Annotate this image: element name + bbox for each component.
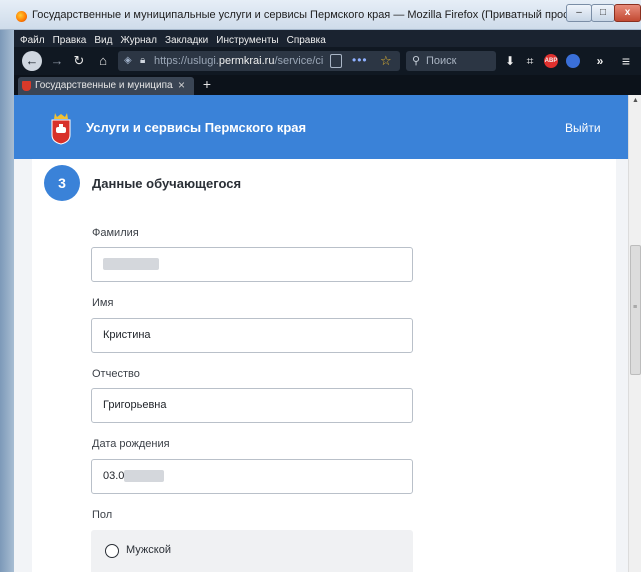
menu-bar: Файл Правка Вид Журнал Закладки Инструменты Сп…	[14, 30, 641, 47]
home-icon[interactable]: ⌂	[94, 52, 112, 70]
url-path: /service/circ	[274, 55, 324, 67]
radio-male[interactable]	[105, 544, 119, 558]
tab-bar: Государственные и муниципальн × +	[14, 75, 641, 95]
back-arrow-icon[interactable]: ←	[22, 51, 42, 71]
search-placeholder: Поиск	[426, 55, 457, 67]
minimize-button[interactable]: –	[566, 4, 592, 22]
page-viewport: Услуги и сервисы Пермского края Выйти 3 …	[14, 95, 628, 572]
browser-window: Государственные и муниципальные услуги и…	[0, 0, 641, 572]
maximize-button[interactable]: □	[591, 4, 615, 22]
tab-active[interactable]: Государственные и муниципальн ×	[18, 77, 194, 95]
birthdate-label: Дата рождения	[92, 438, 170, 450]
nav-toolbar: ← → ↻ ⌂ ◈ 🔒︎ https://uslugi.permkrai.ru/…	[14, 47, 641, 75]
gender-radio-group: Мужской	[91, 530, 413, 572]
form-card: 3 Данные обучающегося Фамилия Имя Кристи…	[32, 159, 616, 572]
site-favicon-icon	[22, 81, 31, 91]
close-window-button[interactable]: x	[614, 4, 641, 22]
title-bar: Государственные и муниципальные услуги и…	[0, 0, 641, 30]
search-icon: ⚲	[412, 55, 421, 67]
scroll-up-arrow-icon[interactable]: ▲	[630, 97, 641, 104]
gender-label: Пол	[92, 509, 113, 521]
reload-icon[interactable]: ↻	[70, 52, 88, 70]
site-header: Услуги и сервисы Пермского края Выйти	[14, 95, 628, 159]
hamburger-menu-icon[interactable]: ≡	[618, 53, 634, 69]
surname-label: Фамилия	[92, 227, 139, 239]
lock-icon[interactable]: 🔒︎	[140, 55, 145, 67]
url-domain: permkrai.ru	[218, 55, 275, 67]
surname-field[interactable]	[91, 247, 413, 282]
radio-male-label[interactable]: Мужской	[126, 544, 171, 556]
tab-title: Государственные и муниципальн	[35, 80, 173, 91]
logout-link[interactable]: Выйти	[565, 121, 601, 135]
name-label: Имя	[92, 297, 114, 309]
firefox-logo-icon	[16, 11, 27, 22]
new-tab-button[interactable]: +	[200, 76, 214, 92]
redacted-value	[103, 258, 159, 271]
grip-icon: ≡	[633, 304, 638, 311]
screenshot-crop-icon[interactable]: ⌗	[522, 53, 538, 69]
scroll-thumb[interactable]: ≡	[630, 245, 641, 375]
page-actions-icon[interactable]: •••	[352, 53, 368, 67]
patronymic-label: Отчество	[92, 368, 140, 380]
window-title: Государственные и муниципальные услуги и…	[32, 9, 597, 21]
patronymic-field[interactable]: Григорьевна	[91, 388, 413, 423]
birthdate-value: 03.0	[103, 470, 125, 482]
redacted-value	[124, 470, 165, 483]
page-scrollbar[interactable]: ▲ ≡	[628, 95, 641, 572]
overflow-chevron-icon[interactable]: »	[592, 53, 608, 69]
bookmark-star-icon[interactable]: ☆	[380, 53, 392, 69]
section-title: Данные обучающегося	[92, 176, 242, 191]
search-bar[interactable]: ⚲ Поиск	[406, 51, 496, 71]
step-number-badge: 3	[44, 165, 80, 201]
tab-close-icon[interactable]: ×	[178, 78, 185, 92]
window-left-edge	[0, 30, 14, 572]
globe-extension-icon[interactable]	[566, 54, 580, 68]
reader-view-icon[interactable]	[330, 54, 342, 68]
site-title[interactable]: Услуги и сервисы Пермского края	[86, 120, 306, 135]
adblock-icon[interactable]: ABP	[544, 54, 558, 68]
perm-krai-emblem-icon[interactable]	[50, 111, 72, 145]
forward-arrow-icon[interactable]: →	[48, 52, 66, 70]
url-bar[interactable]: ◈ 🔒︎ https://uslugi.permkrai.ru/service/…	[118, 51, 400, 71]
tracking-shield-icon[interactable]: ◈	[124, 55, 134, 67]
url-prefix: https://uslugi.	[154, 55, 219, 67]
birthdate-field[interactable]: 03.0	[91, 459, 413, 494]
download-icon[interactable]: ⬇	[502, 53, 518, 69]
name-field[interactable]: Кристина	[91, 318, 413, 353]
url-text[interactable]: https://uslugi.permkrai.ru/service/circ	[154, 55, 324, 67]
